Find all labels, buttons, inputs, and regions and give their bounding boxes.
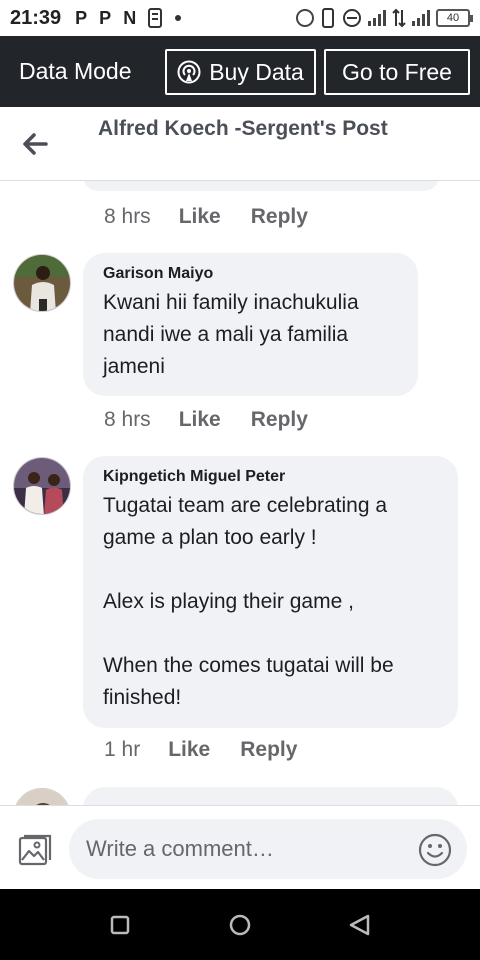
reply-button[interactable]: Reply bbox=[251, 205, 308, 229]
vibrate-icon bbox=[322, 8, 334, 28]
comments-list[interactable]: 8 hrs Like Reply Garison Maiyo Kwani hii… bbox=[0, 181, 480, 805]
comment-bubble-partial[interactable] bbox=[83, 787, 458, 805]
comment-author[interactable]: Kipngetich Miguel Peter bbox=[103, 468, 438, 486]
comment-text: Kwani hii family inachukulia nandi iwe a… bbox=[103, 291, 359, 378]
comment-time: 8 hrs bbox=[104, 205, 151, 228]
signal-icon bbox=[368, 10, 386, 26]
battery-icon: 40 bbox=[436, 9, 473, 27]
system-status-icons: 40 bbox=[296, 8, 473, 28]
notification-icons: P P N bbox=[75, 8, 182, 29]
like-button[interactable]: Like bbox=[179, 205, 221, 229]
avatar[interactable] bbox=[13, 254, 71, 312]
reply-button[interactable]: Reply bbox=[251, 408, 308, 432]
comment-bubble-partial bbox=[83, 181, 439, 191]
notification-n-icon: N bbox=[123, 7, 137, 28]
avatar[interactable] bbox=[13, 457, 71, 515]
dot-icon bbox=[175, 15, 182, 21]
data-transfer-icon bbox=[392, 8, 406, 28]
broadcast-icon bbox=[177, 60, 201, 84]
comment-meta: 8 hrs Like Reply bbox=[104, 408, 338, 432]
like-button[interactable]: Like bbox=[179, 408, 221, 432]
go-to-free-button[interactable]: Go to Free bbox=[324, 49, 470, 95]
home-icon[interactable] bbox=[226, 911, 254, 939]
recents-icon[interactable] bbox=[106, 911, 134, 939]
go-to-free-label: Go to Free bbox=[342, 58, 452, 85]
dnd-icon bbox=[343, 9, 361, 27]
data-mode-bar: Data Mode Buy Data Go to Free bbox=[0, 36, 480, 107]
buy-data-button[interactable]: Buy Data bbox=[165, 49, 316, 95]
comment-meta: 1 hr Like Reply bbox=[104, 738, 327, 762]
comment-time: 8 hrs bbox=[104, 408, 151, 431]
status-bar: 21:39 P P N 40 bbox=[0, 0, 480, 36]
notification-p-icon: P bbox=[75, 7, 88, 28]
signal-icon-2 bbox=[412, 10, 430, 26]
comment-composer bbox=[0, 805, 480, 889]
system-navigation-bar bbox=[0, 889, 480, 960]
post-header: Alfred Koech -Sergent's Post bbox=[0, 107, 480, 181]
comment-author[interactable]: Garison Maiyo bbox=[103, 265, 398, 283]
back-triangle-icon[interactable] bbox=[346, 911, 374, 939]
emoji-icon[interactable] bbox=[418, 833, 452, 867]
like-button[interactable]: Like bbox=[168, 738, 210, 762]
photo-icon[interactable] bbox=[17, 832, 53, 868]
back-arrow-icon[interactable] bbox=[20, 129, 50, 159]
avatar-partial[interactable] bbox=[13, 788, 71, 805]
avatar-image bbox=[14, 255, 70, 311]
notification-p-icon: P bbox=[99, 7, 112, 28]
comment-bubble[interactable]: Kipngetich Miguel Peter Tugatai team are… bbox=[83, 456, 458, 728]
comment-text: Tugatai team are celebrating a game a pl… bbox=[103, 494, 394, 709]
reply-button[interactable]: Reply bbox=[240, 738, 297, 762]
avatar-image bbox=[14, 789, 70, 805]
sim-icon bbox=[148, 8, 163, 28]
comment-bubble[interactable]: Garison Maiyo Kwani hii family inachukul… bbox=[83, 253, 418, 396]
comment-meta: 8 hrs Like Reply bbox=[104, 205, 338, 229]
hd-voice-icon bbox=[296, 9, 314, 27]
post-title: Alfred Koech -Sergent's Post bbox=[98, 117, 388, 140]
avatar-image bbox=[14, 458, 70, 514]
status-time: 21:39 bbox=[10, 6, 62, 29]
buy-data-label: Buy Data bbox=[209, 58, 304, 85]
comment-time: 1 hr bbox=[104, 738, 141, 761]
data-mode-label: Data Mode bbox=[19, 58, 132, 84]
comment-input[interactable] bbox=[69, 819, 467, 879]
